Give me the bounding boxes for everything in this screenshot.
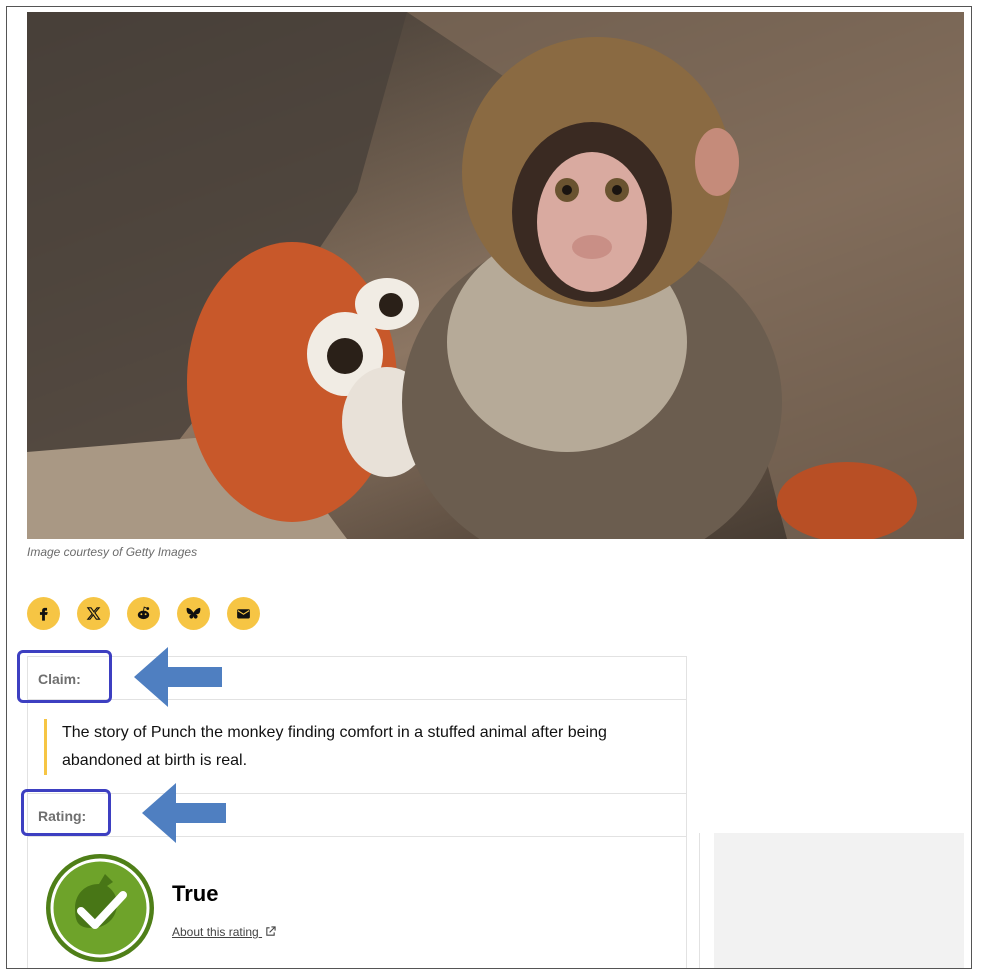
share-bar	[27, 597, 260, 630]
about-rating-link[interactable]: About this rating	[172, 925, 276, 939]
bluesky-icon	[186, 607, 201, 619]
image-caption: Image courtesy of Getty Images	[27, 545, 198, 559]
claim-review-card: Claim: The story of Punch the monkey fin…	[27, 656, 687, 968]
claim-highlight-box	[17, 650, 112, 703]
page-frame: Image courtesy of Getty Images Claim: Th…	[6, 6, 972, 969]
reddit-icon	[137, 606, 150, 620]
share-x-button[interactable]	[77, 597, 110, 630]
facebook-icon	[39, 607, 48, 621]
rating-arrow-icon	[142, 783, 226, 843]
x-icon	[86, 607, 101, 620]
share-email-button[interactable]	[227, 597, 260, 630]
claim-arrow-icon	[134, 647, 222, 707]
claim-text: The story of Punch the monkey finding co…	[44, 719, 662, 775]
share-bluesky-button[interactable]	[177, 597, 210, 630]
about-rating-label: About this rating	[172, 925, 259, 939]
rating-header: Rating:	[28, 794, 686, 837]
email-icon	[237, 609, 250, 619]
claim-header: Claim:	[28, 657, 686, 700]
share-facebook-button[interactable]	[27, 597, 60, 630]
external-link-icon	[266, 926, 276, 936]
share-reddit-button[interactable]	[127, 597, 160, 630]
hero-image	[27, 12, 964, 539]
sidebar-divider	[699, 833, 700, 968]
rating-value: True	[172, 881, 219, 906]
true-rating-badge-icon	[46, 854, 154, 962]
rating-highlight-box	[21, 789, 111, 836]
sidebar-ad-placeholder	[714, 833, 964, 968]
